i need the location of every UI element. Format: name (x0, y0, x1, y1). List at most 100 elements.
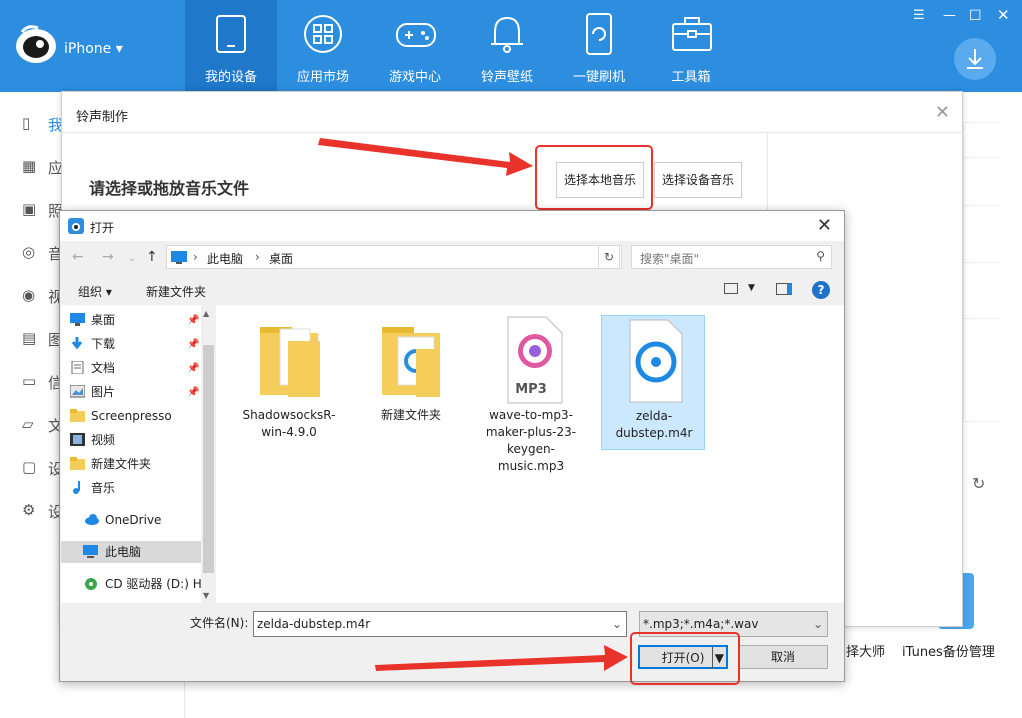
filename-input[interactable]: zelda-dubstep.m4r ⌄ (253, 611, 627, 637)
cd-icon (85, 578, 97, 590)
tree-item-music[interactable]: 音乐 (73, 477, 115, 499)
music-circle-icon: ◎ (22, 243, 36, 261)
close-icon[interactable]: ✕ (935, 102, 950, 123)
device-selector[interactable]: iPhone ▾ (64, 41, 123, 57)
back-icon[interactable]: ← (72, 249, 84, 265)
download-button[interactable] (954, 38, 996, 80)
desktop-icon (171, 251, 187, 264)
sidebar-item-video[interactable]: ◉ 视 (22, 286, 63, 306)
nav-app-market[interactable]: 应用市场 (277, 0, 369, 92)
tree-item-new-folder[interactable]: 新建文件夹 (70, 453, 151, 475)
tree-item-videos[interactable]: 视频 (70, 429, 115, 451)
chevron-down-icon[interactable]: ⌄ (813, 612, 823, 636)
gear-icon: ⚙ (22, 501, 36, 519)
close-icon[interactable]: ✕ (997, 6, 1010, 24)
pc-icon (83, 545, 98, 558)
itunes-backup-label[interactable]: iTunes备份管理 (902, 641, 995, 660)
pin-icon[interactable]: 📌 (187, 363, 199, 374)
sidebar-item-files[interactable]: ▱ 文 (22, 415, 63, 435)
pin-icon[interactable]: 📌 (187, 387, 199, 398)
nav-ringtones[interactable]: 铃声壁纸 (461, 0, 553, 92)
search-placeholder: 搜索"桌面" (640, 252, 700, 266)
file-item-m4r-selected[interactable]: zelda-dubstep.m4r (601, 315, 705, 450)
gamepad-icon (396, 23, 436, 47)
file-item-folder[interactable]: 新建文件夹 (359, 315, 463, 429)
tree-item-downloads[interactable]: 下载 (71, 333, 115, 355)
select-device-music-button[interactable]: 选择设备音乐 (654, 162, 742, 198)
file-item-mp3[interactable]: MP3 wave-to-mp3-maker-plus-23-keygen-mus… (479, 315, 583, 475)
tree-item-desktop[interactable]: 桌面 (70, 309, 115, 331)
sidebar-item-apps[interactable]: ▦ 应 (22, 157, 63, 177)
view-icon[interactable] (724, 283, 738, 294)
divider (964, 157, 1000, 158)
new-folder-button[interactable]: 新建文件夹 (146, 283, 206, 300)
right-panel (963, 122, 1000, 422)
chevron-down-icon[interactable]: ⌄ (128, 253, 136, 264)
tree-item-screenpresso[interactable]: Screenpresso (70, 405, 172, 427)
filename-value: zelda-dubstep.m4r (257, 617, 371, 631)
chevron-down-icon[interactable]: ⌄ (612, 612, 622, 636)
toolbox-icon (672, 17, 712, 51)
tree-item-this-pc[interactable]: 此电脑 (61, 541, 201, 563)
forward-icon[interactable]: → (102, 249, 114, 265)
phone-refresh-icon (586, 13, 612, 55)
menu-icon[interactable]: ☰ (913, 8, 925, 23)
nav-label: 一键刷机 (572, 70, 625, 85)
divider (62, 132, 964, 133)
nav-game-center[interactable]: 游戏中心 (369, 0, 461, 92)
sidebar-item-settings2[interactable]: ⚙ 设 (22, 501, 63, 521)
nav-label: 应用市场 (296, 70, 349, 85)
folder-icon (70, 409, 85, 422)
apps-icon (304, 15, 342, 53)
file-label: ShadowsocksR-win-4.9.0 (242, 408, 336, 439)
preview-pane-icon[interactable] (776, 283, 792, 295)
pin-icon[interactable]: 📌 (187, 315, 199, 326)
address-bar[interactable]: › 此电脑 › 桌面 ⌄ (166, 245, 622, 269)
search-icon: ⚲ (816, 249, 825, 263)
highlight-box (535, 145, 653, 210)
minimize-icon[interactable]: — (943, 8, 956, 23)
sidebar-item-music[interactable]: ◎ 音 (22, 243, 63, 263)
dialog-titlebar: 打开 ✕ (60, 211, 844, 241)
nav-toolbox[interactable]: 工具箱 (645, 0, 737, 92)
scrollbar-thumb[interactable] (203, 345, 214, 573)
sidebar-item-messages[interactable]: ▭ 信 (22, 372, 63, 392)
sidebar-item-device[interactable]: ▯ 我 (22, 114, 63, 134)
nav-label: 铃声壁纸 (480, 70, 533, 85)
sidebar-item-photos[interactable]: ▣ 照 (22, 200, 63, 220)
pin-icon[interactable]: 📌 (187, 339, 199, 350)
breadcrumb-item[interactable]: 此电脑 (207, 250, 243, 267)
nav-my-device[interactable]: 我的设备 (185, 0, 277, 92)
folder-icon (260, 327, 320, 397)
file-label: 新建文件夹 (380, 408, 441, 422)
file-item-folder[interactable]: ShadowsocksR-win-4.9.0 (237, 315, 341, 439)
nav-label: 游戏中心 (388, 70, 441, 85)
music-icon (73, 481, 80, 494)
scroll-down-icon[interactable]: ▼ (203, 591, 209, 600)
m4r-file-icon (629, 319, 683, 403)
highlight-box (630, 632, 740, 685)
search-input[interactable]: 搜索"桌面" ⚲ (631, 245, 832, 269)
up-icon[interactable]: ↑ (146, 249, 158, 265)
device-settings-icon: ▢ (22, 458, 37, 476)
tree-item-documents[interactable]: 文档 (71, 357, 115, 379)
cancel-button[interactable]: 取消 (738, 645, 828, 669)
app-logo-icon (16, 25, 56, 63)
tree-item-cd-drive[interactable]: CD 驱动器 (D:) H (85, 573, 202, 595)
sidebar-item-books[interactable]: ▤ 图 (22, 329, 63, 349)
breadcrumb-item[interactable]: 桌面 (269, 250, 293, 267)
maximize-icon[interactable]: ☐ (969, 8, 982, 24)
refresh-icon[interactable]: ↻ (972, 474, 985, 493)
scroll-up-icon[interactable]: ▲ (203, 309, 209, 318)
organize-menu[interactable]: 组织 ▾ (78, 283, 112, 300)
chevron-down-icon[interactable]: ▼ (748, 283, 755, 293)
refresh-icon[interactable]: ↻ (598, 245, 620, 269)
tree-item-pictures[interactable]: 图片 (70, 381, 115, 403)
sidebar-item-settings1[interactable]: ▢ 设 (22, 458, 63, 478)
tree-item-onedrive[interactable]: OneDrive (85, 509, 161, 531)
nav-flash[interactable]: 一键刷机 (553, 0, 645, 92)
prompt-text: 请选择或拖放音乐文件 (89, 179, 250, 198)
help-icon[interactable]: ? (812, 281, 830, 299)
phone-icon: ▯ (22, 114, 31, 132)
close-icon[interactable]: ✕ (817, 215, 832, 236)
